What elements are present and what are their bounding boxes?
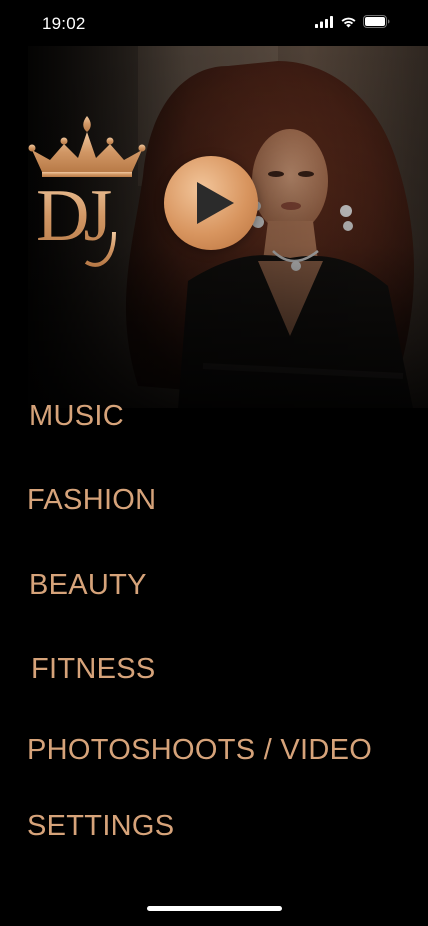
battery-icon <box>363 15 390 28</box>
menu-item-fashion[interactable]: FASHION <box>27 484 156 517</box>
status-icons <box>315 15 390 28</box>
menu-item-music[interactable]: MUSIC <box>29 400 124 433</box>
play-icon <box>196 182 234 224</box>
cellular-signal-icon <box>315 15 333 28</box>
menu-item-settings[interactable]: SETTINGS <box>27 810 174 843</box>
play-button[interactable] <box>164 156 258 250</box>
dj-crown-logo: DJ <box>28 116 146 267</box>
menu-item-beauty[interactable]: BEAUTY <box>29 569 147 602</box>
menu-item-fitness[interactable]: FITNESS <box>31 653 156 686</box>
wifi-icon <box>341 17 356 27</box>
logo-monogram: DJ <box>36 175 111 257</box>
menu-item-photoshoots-video[interactable]: PHOTOSHOOTS / VIDEO <box>27 734 372 767</box>
status-bar: 19:02 <box>0 0 428 46</box>
home-indicator[interactable] <box>147 906 282 911</box>
status-time: 19:02 <box>42 14 86 33</box>
